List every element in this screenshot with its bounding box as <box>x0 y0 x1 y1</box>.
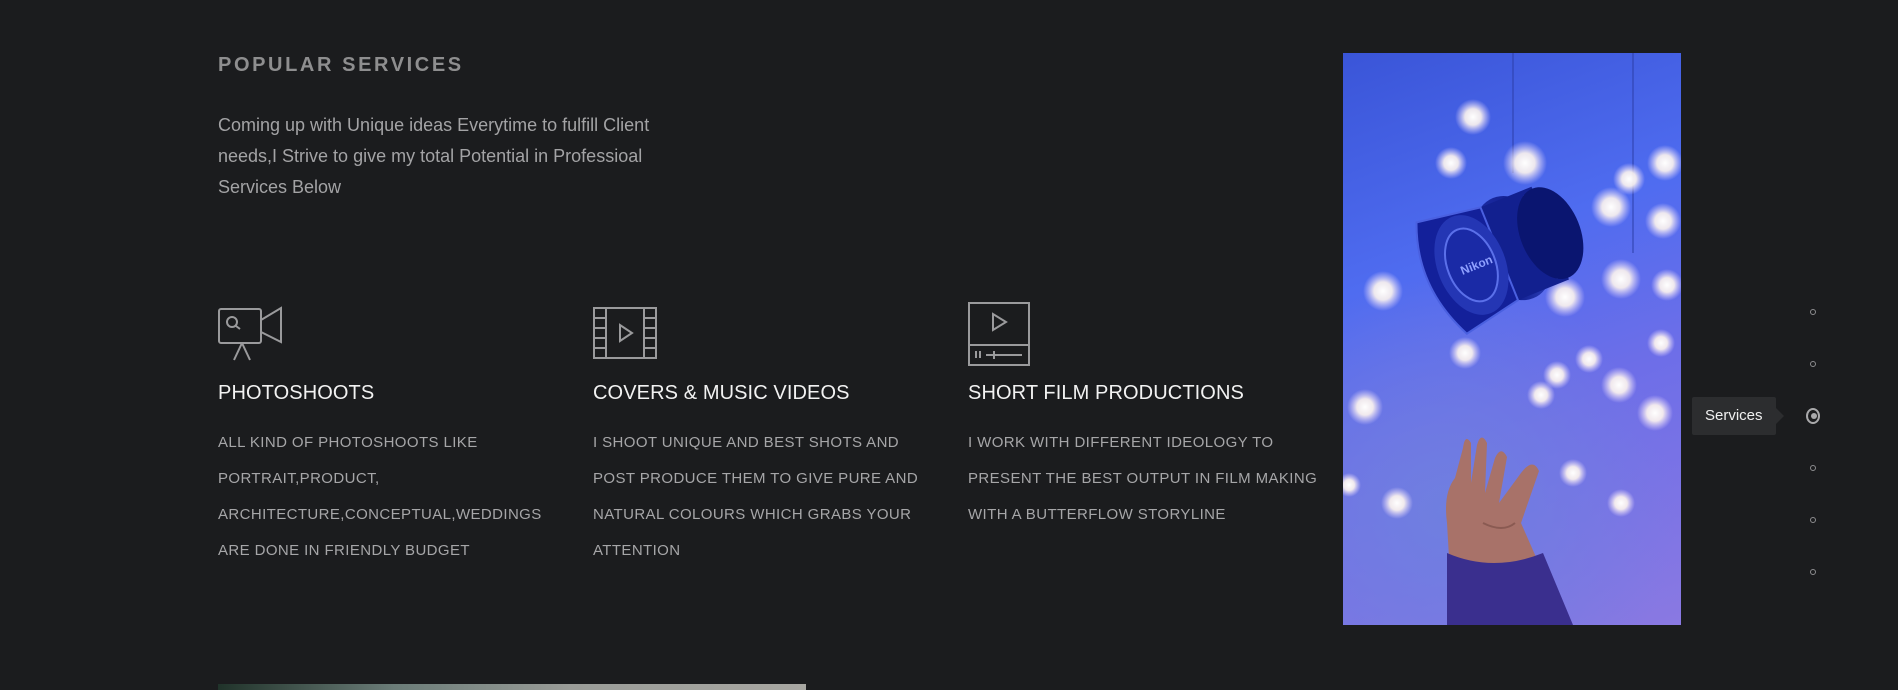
dot-ring <box>1810 465 1816 471</box>
dot-ring <box>1810 309 1816 315</box>
service-music-videos: COVERS & MUSIC VIDEOS I SHOOT UNIQUE AND… <box>593 300 943 569</box>
dot-ring <box>1810 361 1816 367</box>
video-camera-tripod-icon <box>218 300 286 368</box>
service-title: SHORT FILM PRODUCTIONS <box>968 382 1244 404</box>
video-player-icon <box>968 300 1036 368</box>
dot-ring <box>1810 569 1816 575</box>
next-section-image-peek <box>218 684 806 690</box>
section-nav-dot-1[interactable] <box>1806 305 1820 319</box>
section-nav-dot-services[interactable] <box>1806 408 1820 424</box>
section-nav-dot-2[interactable] <box>1806 357 1820 371</box>
service-photoshoots: PHOTOSHOOTS ALL KIND OF PHOTOSHOOTS LIKE… <box>218 300 568 569</box>
bokeh-lights <box>1343 99 1681 519</box>
dot-ring-active <box>1806 408 1820 424</box>
film-strip-play-icon <box>593 300 661 368</box>
service-title: PHOTOSHOOTS <box>218 382 375 404</box>
photo-illustration: Nikon <box>1343 53 1681 625</box>
service-title: COVERS & MUSIC VIDEOS <box>593 382 850 404</box>
section-intro: Coming up with Unique ideas Everytime to… <box>218 115 650 197</box>
dot-ring <box>1810 517 1816 523</box>
section-nav-dot-6[interactable] <box>1806 565 1820 579</box>
section-title: POPULAR SERVICES <box>218 54 464 76</box>
section-nav-dot-5[interactable] <box>1806 513 1820 527</box>
service-description: ALL KIND OF PHOTOSHOOTS LIKE PORTRAIT,PR… <box>218 434 542 559</box>
service-description: I SHOOT UNIQUE AND BEST SHOTS AND POST P… <box>593 434 919 559</box>
service-description: I WORK WITH DIFFERENT IDEOLOGY TO PRESEN… <box>968 434 1318 523</box>
section-nav-tooltip: Services <box>1692 397 1784 435</box>
section-nav <box>1806 0 1820 690</box>
section-nav-dot-4[interactable] <box>1806 461 1820 475</box>
services-photo: Nikon <box>1343 53 1681 625</box>
hand <box>1446 437 1573 625</box>
service-short-films: SHORT FILM PRODUCTIONS I WORK WITH DIFFE… <box>968 300 1318 533</box>
